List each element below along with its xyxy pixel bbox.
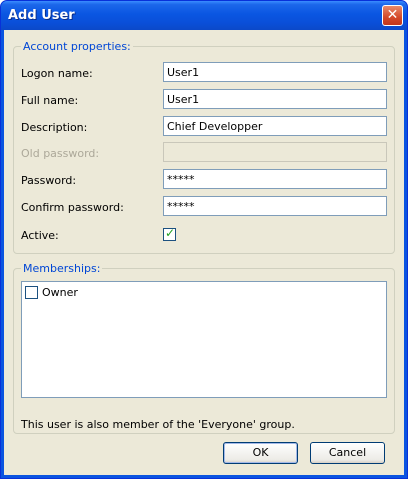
owner-checkbox[interactable] (25, 286, 38, 299)
account-properties-legend: Account properties: (23, 40, 131, 53)
memberships-legend: Memberships: (23, 262, 101, 275)
password-label: Password: (21, 174, 77, 187)
confirm-password-label: Confirm password: (21, 201, 124, 214)
cancel-button[interactable]: Cancel (310, 442, 385, 464)
logon-name-field[interactable]: User1 (163, 62, 387, 82)
old-password-label: Old password: (21, 147, 100, 160)
description-label: Description: (21, 121, 88, 134)
active-label: Active: (21, 229, 59, 242)
confirm-password-field[interactable]: ***** (163, 196, 387, 216)
logon-name-label: Logon name: (21, 67, 93, 80)
memberships-list[interactable]: Owner (21, 281, 387, 398)
dialog-body: Account properties: Logon name: User1 Fu… (4, 30, 404, 475)
description-field[interactable]: Chief Developper (163, 116, 387, 136)
close-icon[interactable]: ✕ (382, 5, 403, 26)
full-name-label: Full name: (21, 94, 79, 107)
password-field[interactable]: ***** (163, 169, 387, 189)
membership-note: This user is also member of the 'Everyon… (21, 418, 295, 431)
ok-button[interactable]: OK (223, 442, 298, 464)
add-user-dialog: Add User ✕ Account properties: Logon nam… (0, 0, 408, 479)
dialog-title: Add User (8, 8, 75, 23)
owner-label: Owner (42, 286, 78, 299)
old-password-field (163, 142, 387, 162)
checkmark-icon: ✓ (165, 226, 176, 240)
active-checkbox[interactable]: ✓ (163, 226, 176, 241)
title-bar[interactable]: Add User ✕ (1, 1, 407, 30)
full-name-field[interactable]: User1 (163, 89, 387, 109)
